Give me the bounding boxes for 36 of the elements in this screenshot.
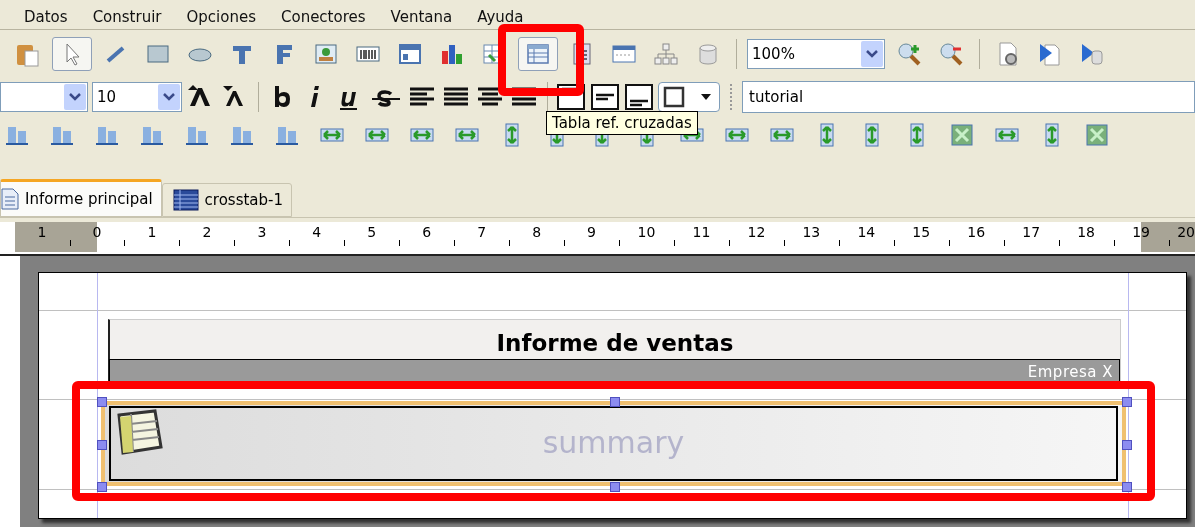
- menu-item[interactable]: Datos: [24, 8, 68, 29]
- ruler-label: 1: [36, 224, 48, 240]
- menu-item[interactable]: Ayuda: [477, 8, 524, 29]
- ruler-label: 3: [256, 224, 268, 240]
- ruler-label: 9: [586, 224, 597, 240]
- ruler-label: 1: [146, 224, 158, 240]
- tooltip: Tabla ref. cruzadas: [546, 111, 698, 135]
- zoom-dropdown[interactable]: 100%: [747, 39, 885, 69]
- ruler-label: 4: [311, 224, 323, 240]
- ruler-label: 15: [911, 224, 932, 240]
- ruler-label: 18: [1076, 224, 1096, 240]
- menu-item[interactable]: Construir: [92, 8, 162, 29]
- ruler-label: 8: [531, 224, 543, 240]
- report-title: Informe de ventas: [496, 330, 734, 358]
- text-field[interactable]: tutorial: [742, 81, 1195, 113]
- ruler-label: 2: [201, 224, 213, 240]
- ruler-label: 20: [1177, 224, 1195, 240]
- ruler-label: 16: [966, 224, 987, 240]
- ruler-label: 0: [91, 224, 103, 240]
- ruler-label: 13: [801, 224, 822, 240]
- ruler-label: 5: [366, 224, 378, 240]
- ruler-label: 10: [636, 224, 657, 240]
- tab[interactable]: Informe principal: [0, 179, 162, 217]
- tab[interactable]: crosstab-1: [161, 183, 292, 217]
- menu-item[interactable]: Opciones: [186, 8, 256, 29]
- ruler-label: 6: [421, 224, 433, 240]
- ruler-label: 17: [1021, 224, 1042, 240]
- font-size-dropdown[interactable]: 10: [92, 82, 182, 112]
- ruler-label: 12: [746, 224, 767, 240]
- menu-item[interactable]: Ventana: [390, 8, 453, 29]
- ruler-label: 14: [856, 224, 877, 240]
- company-name: Empresa X: [1027, 362, 1114, 381]
- ruler-label: 7: [476, 224, 488, 240]
- ruler-label: 19: [1131, 224, 1151, 240]
- ruler-label: 11: [691, 224, 712, 240]
- menu-item[interactable]: Conectores: [281, 8, 366, 29]
